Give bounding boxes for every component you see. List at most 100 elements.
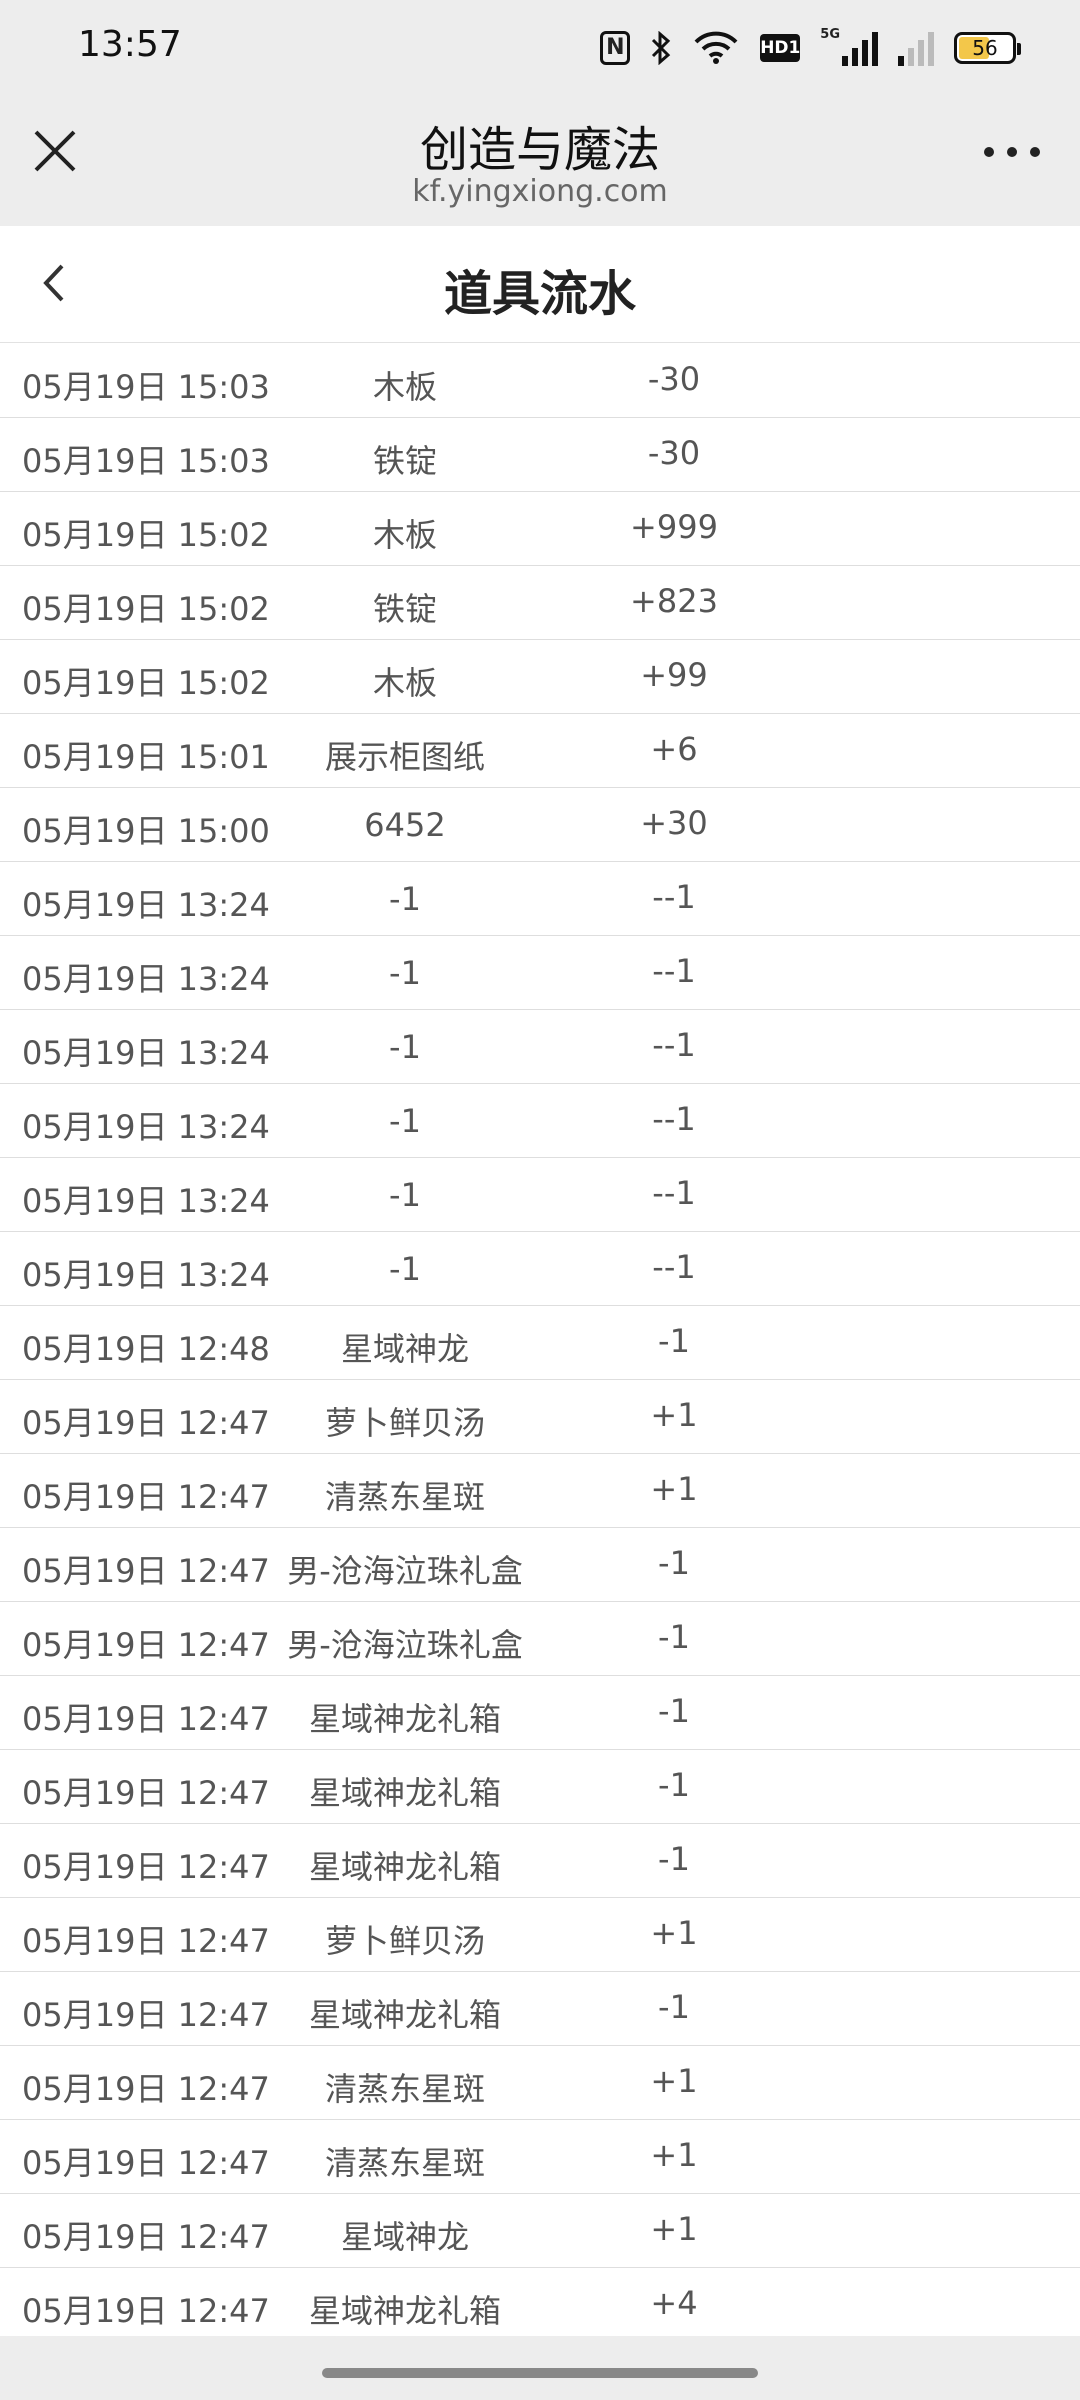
table-row: 05月19日 12:47 星域神龙礼箱 +4 [0,2268,1080,2342]
record-delta: --1 [652,878,696,916]
record-item: 星域神龙礼箱 [308,2292,501,2330]
record-item: 星域神龙 [340,2218,469,2256]
record-item: -1 [389,1250,421,1288]
record-delta: -1 [658,1322,690,1360]
table-row: 05月19日 12:47 清蒸东星斑 +1 [0,2046,1080,2120]
record-delta: +4 [650,2284,698,2322]
record-delta: -30 [647,360,701,398]
page-url: kf.yingxiong.com [412,174,668,209]
table-row: 05月19日 13:24 -1 --1 [0,1158,1080,1232]
record-delta: --1 [652,1248,696,1286]
table-row: 05月19日 13:24 -1 --1 [0,862,1080,936]
record-delta: +30 [640,804,708,842]
record-item: -1 [389,1028,421,1066]
record-delta: -1 [658,1988,690,2026]
table-row: 05月19日 15:02 木板 +999 [0,492,1080,566]
record-delta: +1 [650,2136,698,2174]
record-item: 木板 [372,516,437,554]
record-item: 男-沧海泣珠礼盒 [287,1552,523,1590]
more-icon [984,147,994,157]
wifi-icon [692,30,740,66]
table-row: 05月19日 12:47 星域神龙礼箱 -1 [0,1750,1080,1824]
bluetooth-icon [650,31,672,65]
table-row: 05月19日 12:47 星域神龙 +1 [0,2194,1080,2268]
record-delta: -1 [658,1544,690,1582]
network-label: 5G [820,26,840,42]
record-delta: +823 [630,582,718,620]
table-row: 05月19日 15:03 铁锭 -30 [0,418,1080,492]
table-row: 05月19日 15:01 展示柜图纸 +6 [0,714,1080,788]
status-bar: 13:57 N HD1 5G 56 [0,0,1080,96]
record-delta: -1 [658,1840,690,1878]
record-delta: +1 [650,2210,698,2248]
table-row: 05月19日 12:47 男-沧海泣珠礼盒 -1 [0,1528,1080,1602]
record-delta: -1 [658,1618,690,1656]
status-icons: N HD1 5G 56 [600,26,1021,70]
table-row: 05月19日 15:03 木板 -30 [0,344,1080,418]
record-item: 清蒸东星斑 [324,1478,485,1516]
record-item: 展示柜图纸 [324,738,485,776]
table-row: 05月19日 12:47 萝卜鲜贝汤 +1 [0,1898,1080,1972]
page-header: 道具流水 [0,226,1080,343]
table-row: 05月19日 12:47 清蒸东星斑 +1 [0,2120,1080,2194]
record-delta: +1 [650,2062,698,2100]
record-delta: --1 [652,1174,696,1212]
record-item: 清蒸东星斑 [324,2070,485,2108]
record-delta: +1 [650,1914,698,1952]
record-item: -1 [389,954,421,992]
table-row: 05月19日 12:47 星域神龙礼箱 -1 [0,1824,1080,1898]
table-row: 05月19日 12:48 星域神龙 -1 [0,1306,1080,1380]
table-row: 05月19日 13:24 -1 --1 [0,1084,1080,1158]
battery-level: 56 [972,36,998,60]
table-row: 05月19日 12:47 星域神龙礼箱 -1 [0,1972,1080,2046]
record-delta: +1 [650,1396,698,1434]
table-row: 05月19日 12:47 星域神龙礼箱 -1 [0,1676,1080,1750]
system-nav-bar [0,2336,1080,2400]
battery-icon: 56 [954,32,1021,64]
record-item: -1 [389,1102,421,1140]
record-item: 铁锭 [372,442,437,480]
table-row: 05月19日 13:24 -1 --1 [0,936,1080,1010]
table-row: 05月19日 13:24 -1 --1 [0,1232,1080,1306]
record-item: 男-沧海泣珠礼盒 [287,1626,523,1664]
table-row: 05月19日 12:47 清蒸东星斑 +1 [0,1454,1080,1528]
record-delta: -1 [658,1692,690,1730]
table-row: 05月19日 15:02 铁锭 +823 [0,566,1080,640]
record-item: -1 [389,880,421,918]
record-item: -1 [389,1176,421,1214]
title-bar: 创造与魔法 kf.yingxiong.com [0,96,1080,226]
nfc-icon: N [600,31,631,65]
record-item: 星域神龙礼箱 [308,1848,501,1886]
record-delta: +6 [650,730,698,768]
record-item: 铁锭 [372,590,437,628]
record-item: 木板 [372,664,437,702]
hd-icon: HD1 [760,34,800,62]
record-item: 6452 [364,806,446,844]
record-item: 木板 [372,368,437,406]
record-item: 星域神龙 [340,1330,469,1368]
record-item: 星域神龙礼箱 [308,1774,501,1812]
signal-icon [898,30,934,66]
record-delta: --1 [652,1026,696,1064]
record-item: 清蒸东星斑 [324,2144,485,2182]
record-delta: +1 [650,1470,698,1508]
record-delta: --1 [652,1100,696,1138]
record-delta: +99 [640,656,708,694]
page-title-main: 创造与魔法 [419,122,660,178]
record-item: 星域神龙礼箱 [308,1996,501,2034]
record-item: 星域神龙礼箱 [308,1700,501,1738]
record-delta: --1 [652,952,696,990]
record-delta: +999 [630,508,718,546]
signal-5g-icon: 5G [820,26,878,66]
home-indicator[interactable] [322,2368,758,2378]
record-delta: -1 [658,1766,690,1804]
records-list[interactable]: 05月19日 15:03 木板 -30 05月19日 15:03 铁锭 -30 05月1… [0,344,1080,2342]
record-delta: -30 [647,434,701,472]
table-row: 05月19日 13:24 -1 --1 [0,1010,1080,1084]
page-title: 道具流水 [443,266,636,322]
status-time: 13:57 [78,24,182,65]
record-item: 萝卜鲜贝汤 [324,1404,485,1442]
table-row: 05月19日 15:00 6452 +30 [0,788,1080,862]
record-item: 萝卜鲜贝汤 [324,1922,485,1960]
more-button[interactable] [984,142,1040,162]
